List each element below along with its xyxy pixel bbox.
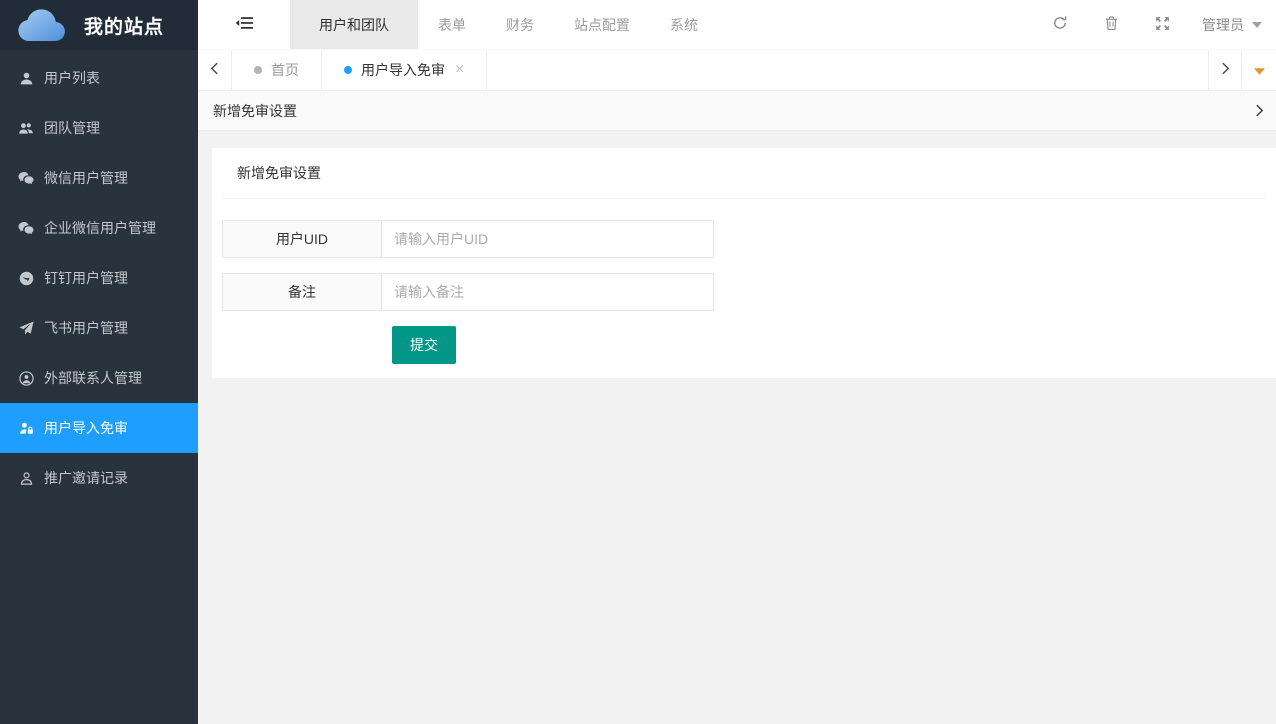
panel-collapse-button[interactable]: [1251, 100, 1268, 121]
submit-button[interactable]: 提交: [392, 326, 456, 364]
user-circle-icon: [18, 370, 34, 386]
chevron-left-icon: [210, 62, 219, 78]
trash-icon: [1104, 15, 1119, 34]
wechat-icon: [18, 170, 34, 186]
tab-status-dot: [344, 66, 352, 74]
page-tab-bar: 首页 用户导入免审 ×: [198, 50, 1276, 91]
chevron-right-icon: [1221, 62, 1230, 78]
tab-label: 首页: [271, 60, 299, 80]
tab-close-icon[interactable]: ×: [455, 62, 464, 78]
chevron-down-icon: [1254, 62, 1265, 78]
sidebar-collapse-button[interactable]: [198, 0, 290, 49]
sidebar-item-label: 用户导入免审: [44, 418, 128, 438]
header-actions: 管理员: [1027, 0, 1276, 49]
submit-row: 提交: [222, 326, 1276, 364]
nav-tab-system[interactable]: 系统: [650, 0, 718, 49]
form-row-uid: 用户UID: [222, 220, 1276, 258]
tab-scroll-right-button[interactable]: [1208, 50, 1242, 90]
nav-tab-forms[interactable]: 表单: [418, 0, 486, 49]
form-card: 新增免审设置 用户UID 备注 提交: [212, 148, 1276, 378]
remark-field-label: 备注: [222, 273, 382, 311]
sidebar-item-label: 团队管理: [44, 118, 100, 138]
tab-scroll-left-button[interactable]: [198, 50, 232, 90]
sidebar-item-dingtalk-users[interactable]: 钉钉用户管理: [0, 253, 198, 303]
clear-cache-button[interactable]: [1093, 0, 1129, 50]
app-title: 我的站点: [84, 12, 164, 39]
tab-import-exempt[interactable]: 用户导入免审 ×: [322, 50, 487, 90]
tab-status-dot: [254, 66, 262, 74]
nav-tab-label: 站点配置: [574, 15, 630, 35]
app-logo[interactable]: 我的站点: [0, 0, 198, 50]
sidebar-item-wechat-users[interactable]: 微信用户管理: [0, 153, 198, 203]
user-menu[interactable]: 管理员: [1202, 15, 1262, 35]
collapse-menu-icon: [235, 15, 254, 34]
sidebar-item-label: 外部联系人管理: [44, 368, 142, 388]
paper-plane-icon: [18, 320, 34, 336]
sidebar-item-wecom-users[interactable]: 企业微信用户管理: [0, 203, 198, 253]
sidebar-item-user-list[interactable]: 用户列表: [0, 53, 198, 103]
nav-tab-label: 表单: [438, 15, 466, 35]
page-header-bar: 新增免审设置: [198, 91, 1276, 131]
uid-input[interactable]: [381, 220, 714, 258]
remark-input[interactable]: [381, 273, 714, 311]
sidebar: 我的站点 用户列表 团队管理 微信用户管理 企业微信用户管理: [0, 0, 198, 724]
page-title: 新增免审设置: [213, 101, 297, 121]
tab-label: 用户导入免审: [361, 60, 445, 80]
wechat-work-icon: [18, 220, 34, 236]
nav-tab-label: 财务: [506, 15, 534, 35]
card-title: 新增免审设置: [212, 148, 1276, 198]
form-row-remark: 备注: [222, 273, 1276, 311]
top-header: 用户和团队 表单 财务 站点配置 系统 管理员: [198, 0, 1276, 50]
users-icon: [18, 120, 34, 136]
uid-field-label: 用户UID: [222, 220, 382, 258]
sidebar-item-import-exempt[interactable]: 用户导入免审: [0, 403, 198, 453]
fullscreen-button[interactable]: [1144, 0, 1180, 50]
exempt-settings-form: 用户UID 备注 提交: [212, 199, 1276, 364]
cloud-logo-icon: [16, 5, 72, 46]
refresh-button[interactable]: [1042, 0, 1078, 50]
sidebar-item-team-mgmt[interactable]: 团队管理: [0, 103, 198, 153]
user-outline-icon: [18, 470, 34, 486]
tab-menu-button[interactable]: [1242, 50, 1276, 90]
sidebar-menu: 用户列表 团队管理 微信用户管理 企业微信用户管理 钉钉用户管理: [0, 50, 198, 503]
tabbar-right-controls: [1208, 50, 1276, 90]
sidebar-item-feishu-users[interactable]: 飞书用户管理: [0, 303, 198, 353]
sidebar-item-external-contacts[interactable]: 外部联系人管理: [0, 353, 198, 403]
sidebar-item-label: 飞书用户管理: [44, 318, 128, 338]
chevron-down-icon: [1252, 22, 1262, 28]
sidebar-item-label: 微信用户管理: [44, 168, 128, 188]
sidebar-item-label: 推广邀请记录: [44, 468, 128, 488]
sidebar-item-label: 钉钉用户管理: [44, 268, 128, 288]
dingtalk-icon: [18, 270, 34, 286]
user-icon: [18, 70, 34, 86]
refresh-icon: [1052, 15, 1068, 34]
nav-tab-label: 用户和团队: [319, 15, 389, 35]
tab-home[interactable]: 首页: [232, 50, 322, 90]
nav-tab-label: 系统: [670, 15, 698, 35]
fullscreen-icon: [1155, 16, 1170, 34]
top-nav: 用户和团队 表单 财务 站点配置 系统: [290, 0, 718, 49]
nav-tab-users-teams[interactable]: 用户和团队: [290, 0, 418, 49]
sidebar-item-label: 企业微信用户管理: [44, 218, 156, 238]
sidebar-item-invite-records[interactable]: 推广邀请记录: [0, 453, 198, 503]
user-lock-icon: [18, 420, 34, 436]
nav-tab-site-config[interactable]: 站点配置: [554, 0, 650, 49]
nav-tab-finance[interactable]: 财务: [486, 0, 554, 49]
user-menu-label: 管理员: [1202, 15, 1244, 35]
sidebar-item-label: 用户列表: [44, 68, 100, 88]
